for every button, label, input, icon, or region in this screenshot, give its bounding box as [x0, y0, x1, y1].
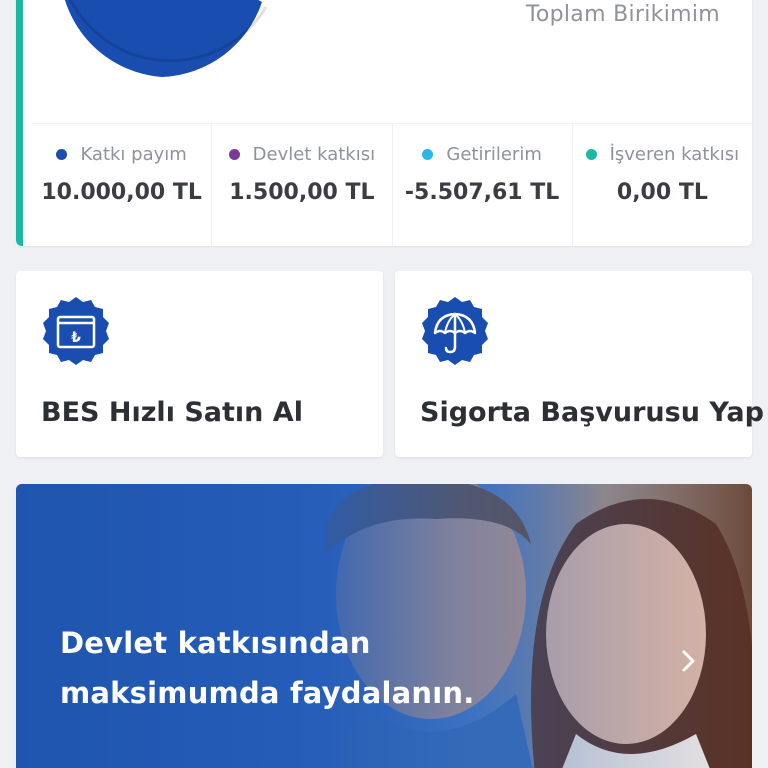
state-contribution-promo-banner[interactable]: Devlet katkısından maksimumda faydalanın…: [16, 484, 752, 768]
insurance-application-button[interactable]: Sigorta Başvurusu Yap: [395, 271, 764, 457]
stat-label: Devlet katkısı: [252, 144, 376, 165]
stat-value: 0,00 TL: [616, 180, 708, 205]
svg-text:₺: ₺: [71, 330, 81, 346]
stat-state-contribution: Devlet katkısı 1.500,00 TL: [211, 124, 391, 246]
stat-label: İşveren katkısı: [609, 144, 740, 165]
stat-value: -5.507,61 TL: [404, 180, 560, 205]
stat-employer-contribution: İşveren katkısı 0,00 TL: [571, 124, 752, 246]
stat-contribution: Katkı payım 10.000,00 TL: [32, 124, 211, 246]
promo-text: Devlet katkısından maksimumda faydalanın…: [60, 618, 474, 718]
promo-line: maksimumda faydalanın.: [60, 676, 475, 710]
dot-icon: [228, 149, 240, 160]
action-label: BES Hızlı Satın Al: [41, 397, 303, 428]
pie-slice-contribution: [65, 0, 262, 77]
total-savings-label: Toplam Birikimim: [525, 2, 720, 27]
action-label: Sigorta Başvurusu Yap: [420, 397, 764, 428]
promo-line: Devlet katkısından: [60, 626, 371, 660]
chevron-right-icon[interactable]: [676, 648, 702, 674]
umbrella-icon: [422, 297, 488, 365]
dot-icon: [56, 149, 68, 160]
stat-value: 10.000,00 TL: [41, 180, 202, 205]
stat-returns: Getirilerim -5.507,61 TL: [391, 124, 572, 246]
stat-value: 1.500,00 TL: [229, 180, 375, 205]
savings-pie-chart: [65, 0, 268, 77]
savings-summary-card: Toplam Birikimim Katkı payım 10.000,00 T…: [16, 0, 752, 246]
stats-row: Katkı payım 10.000,00 TL Devlet katkısı …: [32, 123, 752, 246]
lira-box-icon: ₺: [43, 297, 109, 365]
stat-label: Getirilerim: [446, 144, 542, 165]
stat-label: Katkı payım: [80, 144, 187, 165]
dot-icon: [585, 149, 597, 160]
dot-icon: [422, 149, 434, 160]
accent-bar: [16, 0, 23, 246]
bes-quick-buy-button[interactable]: ₺ BES Hızlı Satın Al: [16, 271, 383, 457]
